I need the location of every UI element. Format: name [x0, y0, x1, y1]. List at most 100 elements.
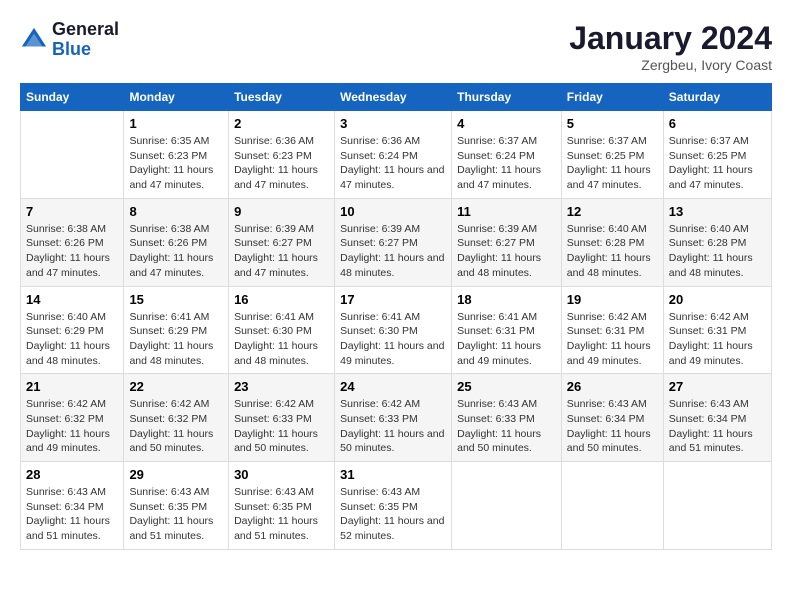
cell-info: Sunrise: 6:42 AMSunset: 6:32 PMDaylight:…	[129, 397, 223, 456]
calendar-cell: 15 Sunrise: 6:41 AMSunset: 6:29 PMDayligh…	[124, 286, 229, 374]
day-number: 24	[340, 379, 446, 394]
cell-info: Sunrise: 6:37 AMSunset: 6:25 PMDaylight:…	[669, 134, 766, 193]
calendar-cell: 18 Sunrise: 6:41 AMSunset: 6:31 PMDayligh…	[452, 286, 562, 374]
cell-info: Sunrise: 6:41 AMSunset: 6:29 PMDaylight:…	[129, 310, 223, 369]
cell-info: Sunrise: 6:40 AMSunset: 6:29 PMDaylight:…	[26, 310, 118, 369]
day-number: 30	[234, 467, 329, 482]
day-number: 18	[457, 292, 556, 307]
cell-info: Sunrise: 6:43 AMSunset: 6:35 PMDaylight:…	[129, 485, 223, 544]
calendar-header-row: SundayMondayTuesdayWednesdayThursdayFrid…	[21, 84, 772, 111]
title-block: January 2024 Zergbeu, Ivory Coast	[569, 20, 772, 73]
day-number: 16	[234, 292, 329, 307]
calendar-cell	[452, 462, 562, 550]
calendar-cell: 12 Sunrise: 6:40 AMSunset: 6:28 PMDayligh…	[561, 198, 663, 286]
cell-info: Sunrise: 6:42 AMSunset: 6:31 PMDaylight:…	[669, 310, 766, 369]
day-number: 25	[457, 379, 556, 394]
logo-text: General Blue	[52, 20, 119, 60]
day-number: 14	[26, 292, 118, 307]
calendar-cell: 17Sunrise: 6:41 AMSunset: 6:30 PMDayligh…	[335, 286, 452, 374]
calendar-cell	[21, 111, 124, 199]
calendar-week-row: 7 Sunrise: 6:38 AMSunset: 6:26 PMDaylight…	[21, 198, 772, 286]
calendar-cell: 16 Sunrise: 6:41 AMSunset: 6:30 PMDayligh…	[229, 286, 335, 374]
calendar-cell: 27 Sunrise: 6:43 AMSunset: 6:34 PMDayligh…	[663, 374, 771, 462]
header-wednesday: Wednesday	[335, 84, 452, 111]
logo: General Blue	[20, 20, 119, 60]
calendar-title: January 2024	[569, 20, 772, 57]
day-number: 27	[669, 379, 766, 394]
calendar-cell: 20 Sunrise: 6:42 AMSunset: 6:31 PMDayligh…	[663, 286, 771, 374]
header-tuesday: Tuesday	[229, 84, 335, 111]
day-number: 2	[234, 116, 329, 131]
header-friday: Friday	[561, 84, 663, 111]
cell-info: Sunrise: 6:43 AMSunset: 6:35 PMDaylight:…	[234, 485, 329, 544]
cell-info: Sunrise: 6:43 AMSunset: 6:35 PMDaylight:…	[340, 485, 446, 544]
cell-info: Sunrise: 6:39 AMSunset: 6:27 PMDaylight:…	[234, 222, 329, 281]
cell-info: Sunrise: 6:39 AMSunset: 6:27 PMDaylight:…	[340, 222, 446, 281]
calendar-table: SundayMondayTuesdayWednesdayThursdayFrid…	[20, 83, 772, 550]
calendar-cell: 5 Sunrise: 6:37 AMSunset: 6:25 PMDaylight…	[561, 111, 663, 199]
cell-info: Sunrise: 6:37 AMSunset: 6:25 PMDaylight:…	[567, 134, 658, 193]
calendar-week-row: 14 Sunrise: 6:40 AMSunset: 6:29 PMDayligh…	[21, 286, 772, 374]
day-number: 6	[669, 116, 766, 131]
calendar-cell: 31 Sunrise: 6:43 AMSunset: 6:35 PMDayligh…	[335, 462, 452, 550]
cell-info: Sunrise: 6:38 AMSunset: 6:26 PMDaylight:…	[129, 222, 223, 281]
calendar-cell: 21 Sunrise: 6:42 AMSunset: 6:32 PMDayligh…	[21, 374, 124, 462]
day-number: 12	[567, 204, 658, 219]
day-number: 21	[26, 379, 118, 394]
day-number: 29	[129, 467, 223, 482]
calendar-cell: 2 Sunrise: 6:36 AMSunset: 6:23 PMDaylight…	[229, 111, 335, 199]
header-sunday: Sunday	[21, 84, 124, 111]
header-thursday: Thursday	[452, 84, 562, 111]
cell-info: Sunrise: 6:36 AMSunset: 6:24 PMDaylight:…	[340, 134, 446, 193]
calendar-cell: 9 Sunrise: 6:39 AMSunset: 6:27 PMDaylight…	[229, 198, 335, 286]
cell-info: Sunrise: 6:35 AMSunset: 6:23 PMDaylight:…	[129, 134, 223, 193]
calendar-cell: 25 Sunrise: 6:43 AMSunset: 6:33 PMDayligh…	[452, 374, 562, 462]
calendar-cell: 7 Sunrise: 6:38 AMSunset: 6:26 PMDaylight…	[21, 198, 124, 286]
day-number: 11	[457, 204, 556, 219]
cell-info: Sunrise: 6:43 AMSunset: 6:34 PMDaylight:…	[567, 397, 658, 456]
calendar-cell: 29 Sunrise: 6:43 AMSunset: 6:35 PMDayligh…	[124, 462, 229, 550]
page-header: General Blue January 2024 Zergbeu, Ivory…	[20, 20, 772, 73]
calendar-week-row: 28 Sunrise: 6:43 AMSunset: 6:34 PMDayligh…	[21, 462, 772, 550]
day-number: 23	[234, 379, 329, 394]
cell-info: Sunrise: 6:41 AMSunset: 6:30 PMDaylight:…	[340, 310, 446, 369]
day-number: 20	[669, 292, 766, 307]
cell-info: Sunrise: 6:42 AMSunset: 6:31 PMDaylight:…	[567, 310, 658, 369]
calendar-cell: 10 Sunrise: 6:39 AMSunset: 6:27 PMDayligh…	[335, 198, 452, 286]
header-saturday: Saturday	[663, 84, 771, 111]
cell-info: Sunrise: 6:42 AMSunset: 6:33 PMDaylight:…	[234, 397, 329, 456]
logo-icon	[20, 26, 48, 54]
day-number: 5	[567, 116, 658, 131]
calendar-week-row: 21 Sunrise: 6:42 AMSunset: 6:32 PMDayligh…	[21, 374, 772, 462]
calendar-cell: 26Sunrise: 6:43 AMSunset: 6:34 PMDayligh…	[561, 374, 663, 462]
calendar-cell: 23 Sunrise: 6:42 AMSunset: 6:33 PMDayligh…	[229, 374, 335, 462]
cell-info: Sunrise: 6:38 AMSunset: 6:26 PMDaylight:…	[26, 222, 118, 281]
day-number: 28	[26, 467, 118, 482]
cell-info: Sunrise: 6:41 AMSunset: 6:30 PMDaylight:…	[234, 310, 329, 369]
calendar-cell: 3Sunrise: 6:36 AMSunset: 6:24 PMDaylight…	[335, 111, 452, 199]
logo-line2: Blue	[52, 40, 119, 60]
logo-line1: General	[52, 20, 119, 40]
cell-info: Sunrise: 6:40 AMSunset: 6:28 PMDaylight:…	[669, 222, 766, 281]
day-number: 10	[340, 204, 446, 219]
cell-info: Sunrise: 6:43 AMSunset: 6:33 PMDaylight:…	[457, 397, 556, 456]
day-number: 7	[26, 204, 118, 219]
day-number: 31	[340, 467, 446, 482]
calendar-cell: 6 Sunrise: 6:37 AMSunset: 6:25 PMDaylight…	[663, 111, 771, 199]
cell-info: Sunrise: 6:42 AMSunset: 6:33 PMDaylight:…	[340, 397, 446, 456]
day-number: 15	[129, 292, 223, 307]
cell-info: Sunrise: 6:43 AMSunset: 6:34 PMDaylight:…	[669, 397, 766, 456]
calendar-cell: 1Sunrise: 6:35 AMSunset: 6:23 PMDaylight…	[124, 111, 229, 199]
cell-info: Sunrise: 6:40 AMSunset: 6:28 PMDaylight:…	[567, 222, 658, 281]
cell-info: Sunrise: 6:43 AMSunset: 6:34 PMDaylight:…	[26, 485, 118, 544]
cell-info: Sunrise: 6:41 AMSunset: 6:31 PMDaylight:…	[457, 310, 556, 369]
calendar-cell: 22Sunrise: 6:42 AMSunset: 6:32 PMDayligh…	[124, 374, 229, 462]
calendar-subtitle: Zergbeu, Ivory Coast	[569, 57, 772, 73]
calendar-cell: 30 Sunrise: 6:43 AMSunset: 6:35 PMDayligh…	[229, 462, 335, 550]
day-number: 9	[234, 204, 329, 219]
calendar-cell: 14 Sunrise: 6:40 AMSunset: 6:29 PMDayligh…	[21, 286, 124, 374]
cell-info: Sunrise: 6:42 AMSunset: 6:32 PMDaylight:…	[26, 397, 118, 456]
cell-info: Sunrise: 6:39 AMSunset: 6:27 PMDaylight:…	[457, 222, 556, 281]
cell-info: Sunrise: 6:36 AMSunset: 6:23 PMDaylight:…	[234, 134, 329, 193]
day-number: 13	[669, 204, 766, 219]
